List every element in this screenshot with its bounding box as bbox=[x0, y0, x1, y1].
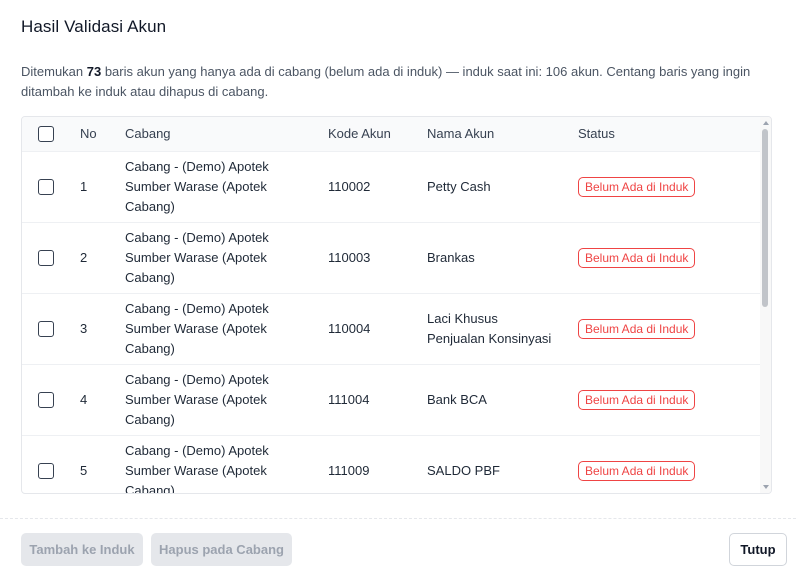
row-cabang: Cabang - (Demo) Apotek Sumber Warase (Ap… bbox=[125, 151, 328, 223]
row-checkbox[interactable] bbox=[38, 250, 54, 267]
row-cabang-text: Cabang - (Demo) Apotek Sumber Warase (Ap… bbox=[125, 442, 269, 494]
account-table: No Cabang Kode Akun Nama Akun Status 1 C… bbox=[22, 117, 760, 493]
close-button[interactable]: Tutup bbox=[729, 533, 787, 566]
table-row: 4 Cabang - (Demo) Apotek Sumber Warase (… bbox=[22, 364, 760, 436]
modal-description: Ditemukan 73 baris akun yang hanya ada d… bbox=[21, 62, 773, 102]
row-no: 1 bbox=[80, 151, 125, 223]
row-status: Belum Ada di Induk bbox=[578, 364, 760, 436]
status-badge: Belum Ada di Induk bbox=[578, 318, 696, 339]
row-checkbox[interactable] bbox=[38, 463, 54, 480]
description-prefix: Ditemukan bbox=[21, 64, 87, 79]
row-no: 2 bbox=[80, 222, 125, 294]
row-no: 4 bbox=[80, 364, 125, 436]
row-kode-akun: 111004 bbox=[328, 364, 427, 436]
account-table-container: No Cabang Kode Akun Nama Akun Status 1 C… bbox=[21, 116, 772, 494]
row-kode-akun: 110002 bbox=[328, 151, 427, 223]
row-select-cell bbox=[22, 222, 80, 294]
table-row: 5 Cabang - (Demo) Apotek Sumber Warase (… bbox=[22, 435, 760, 493]
status-badge: Belum Ada di Induk bbox=[578, 460, 696, 481]
row-count: 73 bbox=[86, 64, 102, 79]
row-cabang: Cabang - (Demo) Apotek Sumber Warase (Ap… bbox=[125, 293, 328, 365]
modal-title: Hasil Validasi Akun bbox=[21, 17, 167, 36]
row-kode-akun: 111009 bbox=[328, 435, 427, 493]
description-suffix: baris akun yang hanya ada di cabang (bel… bbox=[21, 64, 751, 99]
row-nama-akun: Laci Khusus Penjualan Konsinyasi bbox=[427, 293, 578, 365]
select-all-checkbox[interactable] bbox=[38, 126, 54, 143]
row-status: Belum Ada di Induk bbox=[578, 222, 760, 294]
scroll-up-arrow-icon[interactable] bbox=[763, 121, 769, 125]
row-status: Belum Ada di Induk bbox=[578, 151, 760, 223]
table-header-row: No Cabang Kode Akun Nama Akun Status bbox=[22, 117, 760, 152]
row-cabang: Cabang - (Demo) Apotek Sumber Warase (Ap… bbox=[125, 364, 328, 436]
row-nama-akun: Brankas bbox=[427, 222, 578, 294]
row-nama-akun-text: SALDO PBF bbox=[427, 462, 500, 478]
header-nama-akun: Nama Akun bbox=[427, 117, 578, 152]
status-badge: Belum Ada di Induk bbox=[578, 176, 696, 197]
row-select-cell bbox=[22, 435, 80, 493]
table-row: 1 Cabang - (Demo) Apotek Sumber Warase (… bbox=[22, 151, 760, 223]
row-select-cell bbox=[22, 293, 80, 365]
row-kode-akun: 110003 bbox=[328, 222, 427, 294]
header-no: No bbox=[80, 117, 125, 152]
row-nama-akun-text: Petty Cash bbox=[427, 178, 491, 194]
row-status: Belum Ada di Induk bbox=[578, 435, 760, 493]
footer-divider bbox=[0, 518, 796, 519]
add-to-parent-button[interactable]: Tambah ke Induk bbox=[21, 533, 143, 566]
delete-in-branch-button[interactable]: Hapus pada Cabang bbox=[151, 533, 292, 566]
row-checkbox[interactable] bbox=[38, 179, 54, 196]
table-scroll-area: No Cabang Kode Akun Nama Akun Status 1 C… bbox=[22, 117, 760, 493]
row-nama-akun-text: Brankas bbox=[427, 249, 475, 265]
row-cabang-text: Cabang - (Demo) Apotek Sumber Warase (Ap… bbox=[125, 371, 269, 427]
status-badge: Belum Ada di Induk bbox=[578, 389, 696, 410]
row-checkbox[interactable] bbox=[38, 321, 54, 338]
row-cabang: Cabang - (Demo) Apotek Sumber Warase (Ap… bbox=[125, 222, 328, 294]
row-nama-akun: Bank BCA bbox=[427, 364, 578, 436]
scroll-down-arrow-icon[interactable] bbox=[763, 485, 769, 489]
header-cabang: Cabang bbox=[125, 117, 328, 152]
header-select-cell bbox=[22, 117, 80, 152]
header-status: Status bbox=[578, 117, 760, 152]
row-select-cell bbox=[22, 364, 80, 436]
header-kode-akun: Kode Akun bbox=[328, 117, 427, 152]
table-row: 3 Cabang - (Demo) Apotek Sumber Warase (… bbox=[22, 293, 760, 365]
row-no: 5 bbox=[80, 435, 125, 493]
row-status: Belum Ada di Induk bbox=[578, 293, 760, 365]
row-cabang-text: Cabang - (Demo) Apotek Sumber Warase (Ap… bbox=[125, 229, 269, 285]
row-checkbox[interactable] bbox=[38, 392, 54, 409]
row-nama-akun: Petty Cash bbox=[427, 151, 578, 223]
row-kode-akun: 110004 bbox=[328, 293, 427, 365]
row-no: 3 bbox=[80, 293, 125, 365]
row-nama-akun-text: Bank BCA bbox=[427, 391, 487, 407]
row-cabang-text: Cabang - (Demo) Apotek Sumber Warase (Ap… bbox=[125, 158, 269, 214]
table-row: 2 Cabang - (Demo) Apotek Sumber Warase (… bbox=[22, 222, 760, 294]
row-cabang: Cabang - (Demo) Apotek Sumber Warase (Ap… bbox=[125, 435, 328, 493]
status-badge: Belum Ada di Induk bbox=[578, 247, 696, 268]
row-nama-akun: SALDO PBF bbox=[427, 435, 578, 493]
table-scrollbar[interactable] bbox=[760, 117, 771, 493]
scrollbar-thumb[interactable] bbox=[762, 129, 768, 307]
row-cabang-text: Cabang - (Demo) Apotek Sumber Warase (Ap… bbox=[125, 300, 269, 356]
row-nama-akun-text: Laci Khusus Penjualan Konsinyasi bbox=[427, 310, 552, 346]
row-select-cell bbox=[22, 151, 80, 223]
